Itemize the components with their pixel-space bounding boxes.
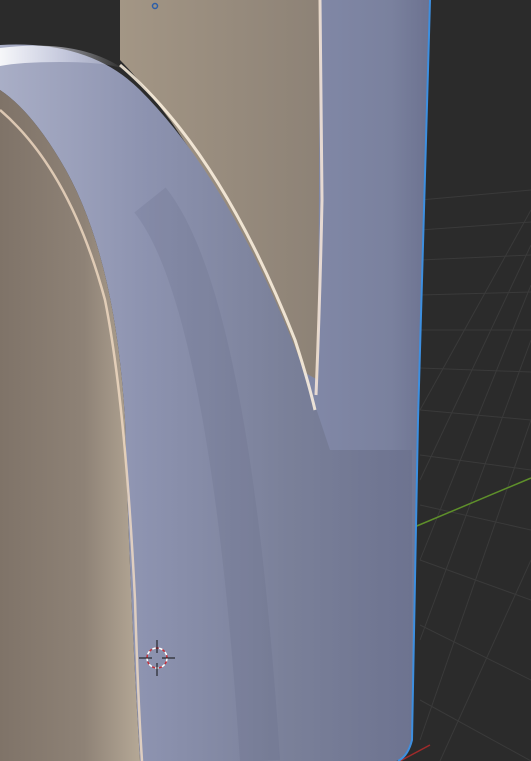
3d-viewport[interactable]	[0, 0, 531, 761]
viewport-canvas[interactable]	[0, 0, 531, 761]
